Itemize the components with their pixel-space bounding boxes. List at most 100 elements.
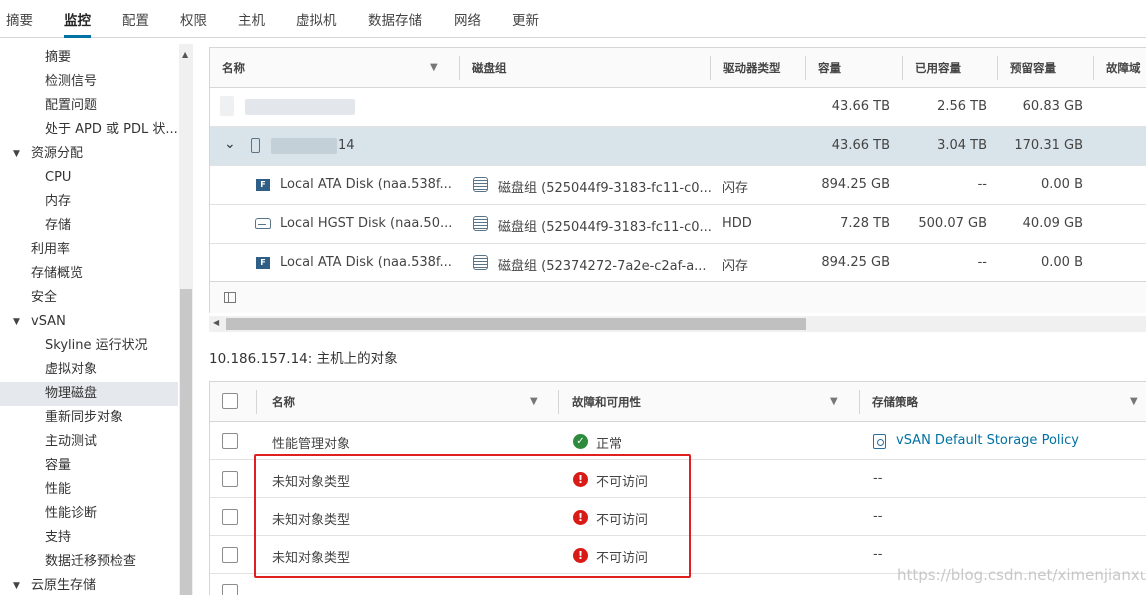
nav-item-heartbeat[interactable]: 检测信号 bbox=[0, 70, 178, 94]
disk-name[interactable]: Local ATA Disk (naa.538f... bbox=[280, 255, 452, 270]
reserved-value: 60.83 GB bbox=[1022, 99, 1083, 114]
column-header-name[interactable]: 名称 bbox=[222, 60, 245, 76]
filter-icon[interactable]: ▼ bbox=[1130, 396, 1138, 407]
physical-disks-grid: 名称 ▼ 磁盘组 驱动器类型 容量 已用容量 预留容量 故障域 43.66 TB… bbox=[209, 47, 1146, 313]
used-value: 500.07 GB bbox=[918, 216, 987, 231]
grid-header: 名称 ▼ 磁盘组 驱动器类型 容量 已用容量 预留容量 故障域 bbox=[210, 48, 1146, 88]
tab-monitor[interactable]: 监控 bbox=[64, 9, 91, 38]
disk-group-name[interactable]: 磁盘组 (52374272-7a2e-c2af-a... bbox=[498, 255, 707, 274]
disk-group-name[interactable]: 磁盘组 (525044f9-3183-fc11-c0... bbox=[498, 177, 712, 196]
nav-item-support[interactable]: 支持 bbox=[0, 526, 178, 550]
flash-disk-icon: F bbox=[256, 257, 270, 269]
filter-icon[interactable]: ▼ bbox=[430, 62, 438, 73]
nav-item-capacity[interactable]: 容量 bbox=[0, 454, 178, 478]
sidebar-scrollbar[interactable]: ▲ bbox=[179, 44, 193, 595]
table-row[interactable]: 性能管理对象 ✓ 正常 vSAN Default Storage Policy bbox=[210, 422, 1146, 460]
column-header-capacity[interactable]: 容量 bbox=[818, 60, 841, 76]
tab-summary[interactable]: 摘要 bbox=[6, 9, 33, 38]
row-checkbox[interactable] bbox=[222, 509, 238, 525]
host-name: 14 bbox=[338, 138, 355, 153]
redacted-text bbox=[245, 99, 355, 115]
tab-networks[interactable]: 网络 bbox=[454, 9, 481, 38]
row-checkbox[interactable] bbox=[222, 584, 238, 595]
nav-item-physical-disks[interactable]: 物理磁盘 bbox=[0, 382, 178, 406]
tab-vms[interactable]: 虚拟机 bbox=[296, 9, 337, 38]
capacity-value: 7.28 TB bbox=[840, 216, 890, 231]
tab-configure[interactable]: 配置 bbox=[122, 9, 149, 38]
filter-icon[interactable]: ▼ bbox=[830, 396, 838, 407]
nav-item-data-migration-precheck[interactable]: 数据迁移预检查 bbox=[0, 550, 178, 574]
top-tab-bar: 摘要 监控 配置 权限 主机 虚拟机 数据存储 网络 更新 bbox=[0, 0, 1146, 38]
nav-item-resource-allocation[interactable]: ▼ 资源分配 bbox=[0, 142, 178, 166]
row-checkbox[interactable] bbox=[222, 433, 238, 449]
nav-item-utilization[interactable]: 利用率 bbox=[0, 238, 178, 262]
table-row[interactable]: Local HGST Disk (naa.50... 磁盘组 (525044f9… bbox=[210, 205, 1146, 244]
chevron-down-icon[interactable]: ▼ bbox=[13, 310, 20, 334]
column-header-name[interactable]: 名称 bbox=[272, 394, 295, 410]
table-row[interactable]: 43.66 TB 2.56 TB 60.83 GB bbox=[210, 88, 1146, 127]
row-checkbox[interactable] bbox=[222, 547, 238, 563]
status-text: 正常 bbox=[596, 437, 623, 452]
chevron-down-icon[interactable]: ▼ bbox=[13, 142, 20, 166]
tab-datastores[interactable]: 数据存储 bbox=[368, 9, 422, 38]
nav-item-memory[interactable]: 内存 bbox=[0, 190, 178, 214]
scroll-left-arrow-icon[interactable]: ◀ bbox=[213, 318, 219, 327]
horizontal-scrollbar[interactable]: ◀ bbox=[209, 316, 1146, 332]
column-header-reserved[interactable]: 预留容量 bbox=[1010, 60, 1056, 76]
table-row[interactable]: 未知对象类型 ! 不可访问 -- bbox=[210, 460, 1146, 498]
nav-item-vsan[interactable]: ▼ vSAN bbox=[0, 310, 178, 334]
capacity-value: 894.25 GB bbox=[821, 177, 890, 192]
select-all-checkbox[interactable] bbox=[222, 393, 238, 409]
tab-permissions[interactable]: 权限 bbox=[180, 9, 207, 38]
column-header-used[interactable]: 已用容量 bbox=[915, 60, 961, 76]
storage-policy-link[interactable]: vSAN Default Storage Policy bbox=[896, 433, 1079, 448]
table-row[interactable]: 未知对象类型 ! 不可访问 -- bbox=[210, 498, 1146, 536]
nav-item-skyline-health[interactable]: Skyline 运行状况 bbox=[0, 334, 178, 358]
tab-hosts[interactable]: 主机 bbox=[238, 9, 265, 38]
scrollbar-thumb[interactable] bbox=[226, 318, 806, 330]
nav-item-storage-overview[interactable]: 存储概览 bbox=[0, 262, 178, 286]
nav-item-perf-diagnostics[interactable]: 性能诊断 bbox=[0, 502, 178, 526]
nav-item-apd-pdl[interactable]: 处于 APD 或 PDL 状... bbox=[0, 118, 178, 142]
nav-item-summary[interactable]: 摘要 bbox=[0, 46, 178, 70]
column-header-storage-policy[interactable]: 存储策略 bbox=[872, 394, 918, 410]
nav-item-cloud-native-storage[interactable]: ▼ 云原生存储 bbox=[0, 574, 178, 595]
nav-item-resync-objects[interactable]: 重新同步对象 bbox=[0, 406, 178, 430]
drive-type: 闪存 bbox=[722, 259, 749, 274]
disk-name[interactable]: Local ATA Disk (naa.538f... bbox=[280, 177, 452, 192]
drive-type: 闪存 bbox=[722, 181, 749, 196]
column-toggle-icon[interactable] bbox=[224, 292, 236, 303]
nav-item-security[interactable]: 安全 bbox=[0, 286, 178, 310]
reserved-value: 170.31 GB bbox=[1014, 138, 1083, 153]
table-row[interactable]: F Local ATA Disk (naa.538f... 磁盘组 (52504… bbox=[210, 166, 1146, 205]
nav-item-config-issues[interactable]: 配置问题 bbox=[0, 94, 178, 118]
disk-group-name[interactable]: 磁盘组 (525044f9-3183-fc11-c0... bbox=[498, 216, 712, 235]
nav-item-performance[interactable]: 性能 bbox=[0, 478, 178, 502]
table-row[interactable]: ⌄ 14 43.66 TB 3.04 TB 170.31 GB bbox=[210, 127, 1146, 166]
scrollbar-thumb[interactable] bbox=[180, 289, 192, 595]
ok-status-icon: ✓ bbox=[573, 434, 588, 449]
object-name: 未知对象类型 bbox=[272, 475, 351, 490]
column-header-fault-availability[interactable]: 故障和可用性 bbox=[572, 394, 641, 410]
nav-item-proactive-tests[interactable]: 主动测试 bbox=[0, 430, 178, 454]
column-header-fault-domain[interactable]: 故障域 bbox=[1106, 60, 1141, 76]
chevron-down-icon[interactable]: ⌄ bbox=[224, 136, 236, 152]
drive-type: HDD bbox=[722, 216, 752, 231]
table-row[interactable]: F Local ATA Disk (naa.538f... 磁盘组 (52374… bbox=[210, 244, 1146, 283]
nav-item-cpu[interactable]: CPU bbox=[0, 166, 178, 190]
reserved-value: 40.09 GB bbox=[1022, 216, 1083, 231]
row-checkbox[interactable] bbox=[222, 471, 238, 487]
redacted-text bbox=[220, 96, 234, 116]
column-header-drive-type[interactable]: 驱动器类型 bbox=[723, 60, 781, 76]
filter-icon[interactable]: ▼ bbox=[530, 396, 538, 407]
flash-disk-icon: F bbox=[256, 179, 270, 191]
tab-updates[interactable]: 更新 bbox=[512, 9, 539, 38]
disk-name[interactable]: Local HGST Disk (naa.50... bbox=[280, 216, 452, 231]
chevron-down-icon[interactable]: ▼ bbox=[13, 574, 20, 595]
column-header-disk-group[interactable]: 磁盘组 bbox=[472, 60, 507, 76]
sidebar-nav: 摘要 检测信号 配置问题 处于 APD 或 PDL 状... ▼ 资源分配 CP… bbox=[0, 44, 196, 595]
nav-item-virtual-objects[interactable]: 虚拟对象 bbox=[0, 358, 178, 382]
scroll-up-arrow-icon[interactable]: ▲ bbox=[182, 50, 188, 59]
object-name: 性能管理对象 bbox=[272, 437, 351, 452]
nav-item-storage[interactable]: 存储 bbox=[0, 214, 178, 238]
